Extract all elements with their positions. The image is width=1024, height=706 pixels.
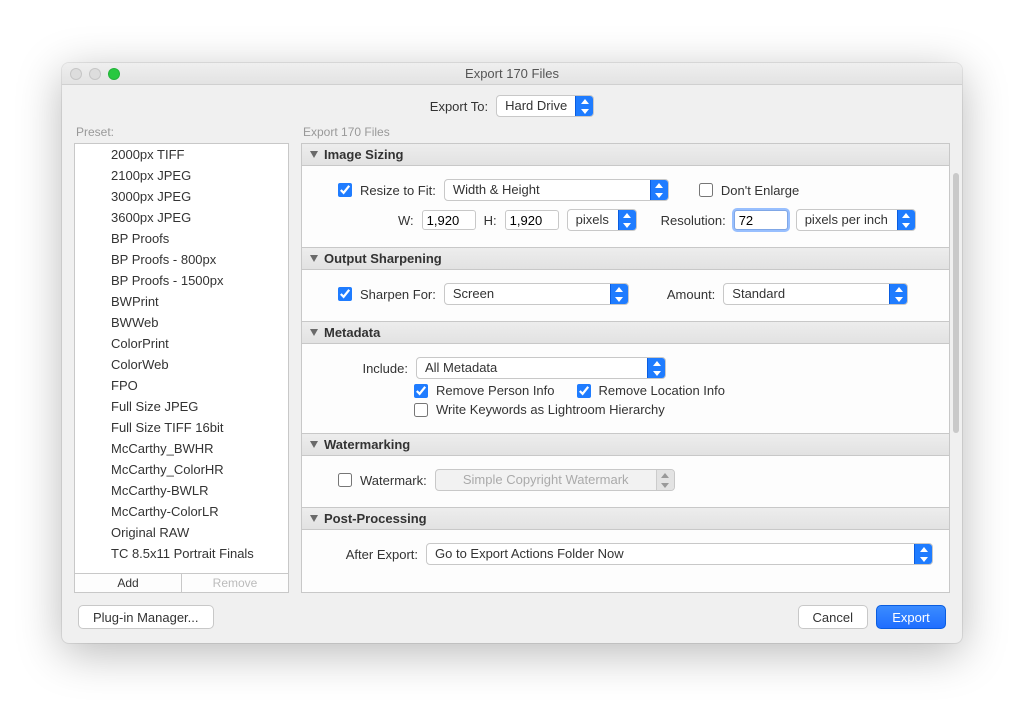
remove-person-label: Remove Person Info — [436, 383, 555, 398]
select-stepper-icon — [897, 210, 915, 230]
sharpen-for-checkbox[interactable] — [338, 287, 352, 301]
preset-add-button[interactable]: Add — [74, 573, 182, 593]
resolution-input[interactable] — [734, 210, 788, 230]
metadata-include-label: Include: — [318, 361, 408, 376]
section-image-sizing[interactable]: Image Sizing — [302, 144, 949, 166]
zoom-icon[interactable] — [108, 68, 120, 80]
disclosure-triangle-icon — [310, 151, 318, 158]
preset-list[interactable]: 2000px TIFF2100px JPEG3000px JPEG3600px … — [74, 143, 289, 574]
preset-item[interactable]: Original RAW — [75, 522, 288, 543]
select-stepper-icon — [914, 544, 932, 564]
preset-item[interactable]: McCarthy_ColorHR — [75, 459, 288, 480]
select-stepper-icon — [618, 210, 636, 230]
preset-item[interactable]: McCarthy_BWHR — [75, 438, 288, 459]
select-stepper-icon — [647, 358, 665, 378]
titlebar: Export 170 Files — [62, 63, 962, 85]
preset-item[interactable]: Full Size TIFF 16bit — [75, 417, 288, 438]
select-stepper-icon — [656, 470, 674, 490]
remove-person-checkbox[interactable] — [414, 384, 428, 398]
select-stepper-icon — [650, 180, 668, 200]
disclosure-triangle-icon — [310, 255, 318, 262]
width-label: W: — [398, 213, 414, 228]
plugin-manager-button[interactable]: Plug-in Manager... — [78, 605, 214, 629]
section-output-sharpening[interactable]: Output Sharpening — [302, 247, 949, 270]
preset-item[interactable]: FPO — [75, 375, 288, 396]
preset-item[interactable]: BP Proofs — [75, 228, 288, 249]
preset-item[interactable]: McCarthy-ColorLR — [75, 501, 288, 522]
export-to-select[interactable]: Hard Drive — [496, 95, 594, 117]
close-icon[interactable] — [70, 68, 82, 80]
disclosure-triangle-icon — [310, 329, 318, 336]
disclosure-triangle-icon — [310, 441, 318, 448]
preset-item[interactable]: 2100px JPEG — [75, 165, 288, 186]
height-label: H: — [484, 213, 497, 228]
preset-item[interactable]: BP Proofs - 1500px — [75, 270, 288, 291]
sharpen-amount-label: Amount: — [667, 287, 715, 302]
preset-label: Preset: — [74, 125, 289, 143]
preset-item[interactable]: 2000px TIFF — [75, 144, 288, 165]
resize-to-fit-label: Resize to Fit: — [360, 183, 436, 198]
dont-enlarge-checkbox[interactable] — [699, 183, 713, 197]
preset-item[interactable]: 3000px JPEG — [75, 186, 288, 207]
scrollbar[interactable] — [952, 143, 960, 573]
write-keywords-label: Write Keywords as Lightroom Hierarchy — [436, 402, 665, 417]
export-to-value: Hard Drive — [497, 96, 575, 116]
remove-location-checkbox[interactable] — [577, 384, 591, 398]
disclosure-triangle-icon — [310, 515, 318, 522]
section-title: Output Sharpening — [324, 251, 442, 266]
watermark-checkbox[interactable] — [338, 473, 352, 487]
preset-item[interactable]: Full Size JPEG — [75, 396, 288, 417]
preset-item[interactable]: BP Proofs - 800px — [75, 249, 288, 270]
resolution-unit-select[interactable]: pixels per inch — [796, 209, 916, 231]
preset-item[interactable]: BWPrint — [75, 291, 288, 312]
section-metadata[interactable]: Metadata — [302, 321, 949, 344]
main-sublabel: Export 170 Files — [301, 125, 950, 143]
watermark-label: Watermark: — [360, 473, 427, 488]
preset-remove-button: Remove — [182, 573, 289, 593]
preset-item[interactable]: 3600px JPEG — [75, 207, 288, 228]
resize-to-fit-checkbox[interactable] — [338, 183, 352, 197]
section-title: Post-Processing — [324, 511, 427, 526]
metadata-include-select[interactable]: All Metadata — [416, 357, 666, 379]
size-unit-select[interactable]: pixels — [567, 209, 637, 231]
section-title: Watermarking — [324, 437, 410, 452]
after-export-label: After Export: — [318, 547, 418, 562]
resize-mode-select[interactable]: Width & Height — [444, 179, 669, 201]
section-title: Metadata — [324, 325, 380, 340]
minimize-icon[interactable] — [89, 68, 101, 80]
select-stepper-icon — [889, 284, 907, 304]
window-title: Export 170 Files — [62, 66, 962, 81]
export-button[interactable]: Export — [876, 605, 946, 629]
sharpen-amount-select[interactable]: Standard — [723, 283, 908, 305]
select-stepper-icon — [610, 284, 628, 304]
settings-panels: Image Sizing Resize to Fit: Width & Heig… — [301, 143, 950, 593]
preset-item[interactable]: BWWeb — [75, 312, 288, 333]
dont-enlarge-label: Don't Enlarge — [721, 183, 799, 198]
watermark-select: Simple Copyright Watermark — [435, 469, 675, 491]
resolution-label: Resolution: — [661, 213, 726, 228]
cancel-button[interactable]: Cancel — [798, 605, 868, 629]
height-input[interactable] — [505, 210, 559, 230]
preset-item[interactable]: ColorWeb — [75, 354, 288, 375]
export-dialog: Export 170 Files Export To: Hard Drive P… — [62, 63, 962, 643]
sharpen-target-select[interactable]: Screen — [444, 283, 629, 305]
section-title: Image Sizing — [324, 147, 403, 162]
sharpen-for-label: Sharpen For: — [360, 287, 436, 302]
width-input[interactable] — [422, 210, 476, 230]
section-post-processing[interactable]: Post-Processing — [302, 507, 949, 530]
preset-item[interactable]: ColorPrint — [75, 333, 288, 354]
select-stepper-icon — [575, 96, 593, 116]
export-to-label: Export To: — [430, 99, 488, 114]
section-watermarking[interactable]: Watermarking — [302, 433, 949, 456]
write-keywords-checkbox[interactable] — [414, 403, 428, 417]
preset-item[interactable]: TC 8.5x11 Portrait Finals — [75, 543, 288, 564]
after-export-select[interactable]: Go to Export Actions Folder Now — [426, 543, 933, 565]
preset-item[interactable]: McCarthy-BWLR — [75, 480, 288, 501]
scrollbar-thumb[interactable] — [953, 173, 959, 433]
remove-location-label: Remove Location Info — [599, 383, 725, 398]
